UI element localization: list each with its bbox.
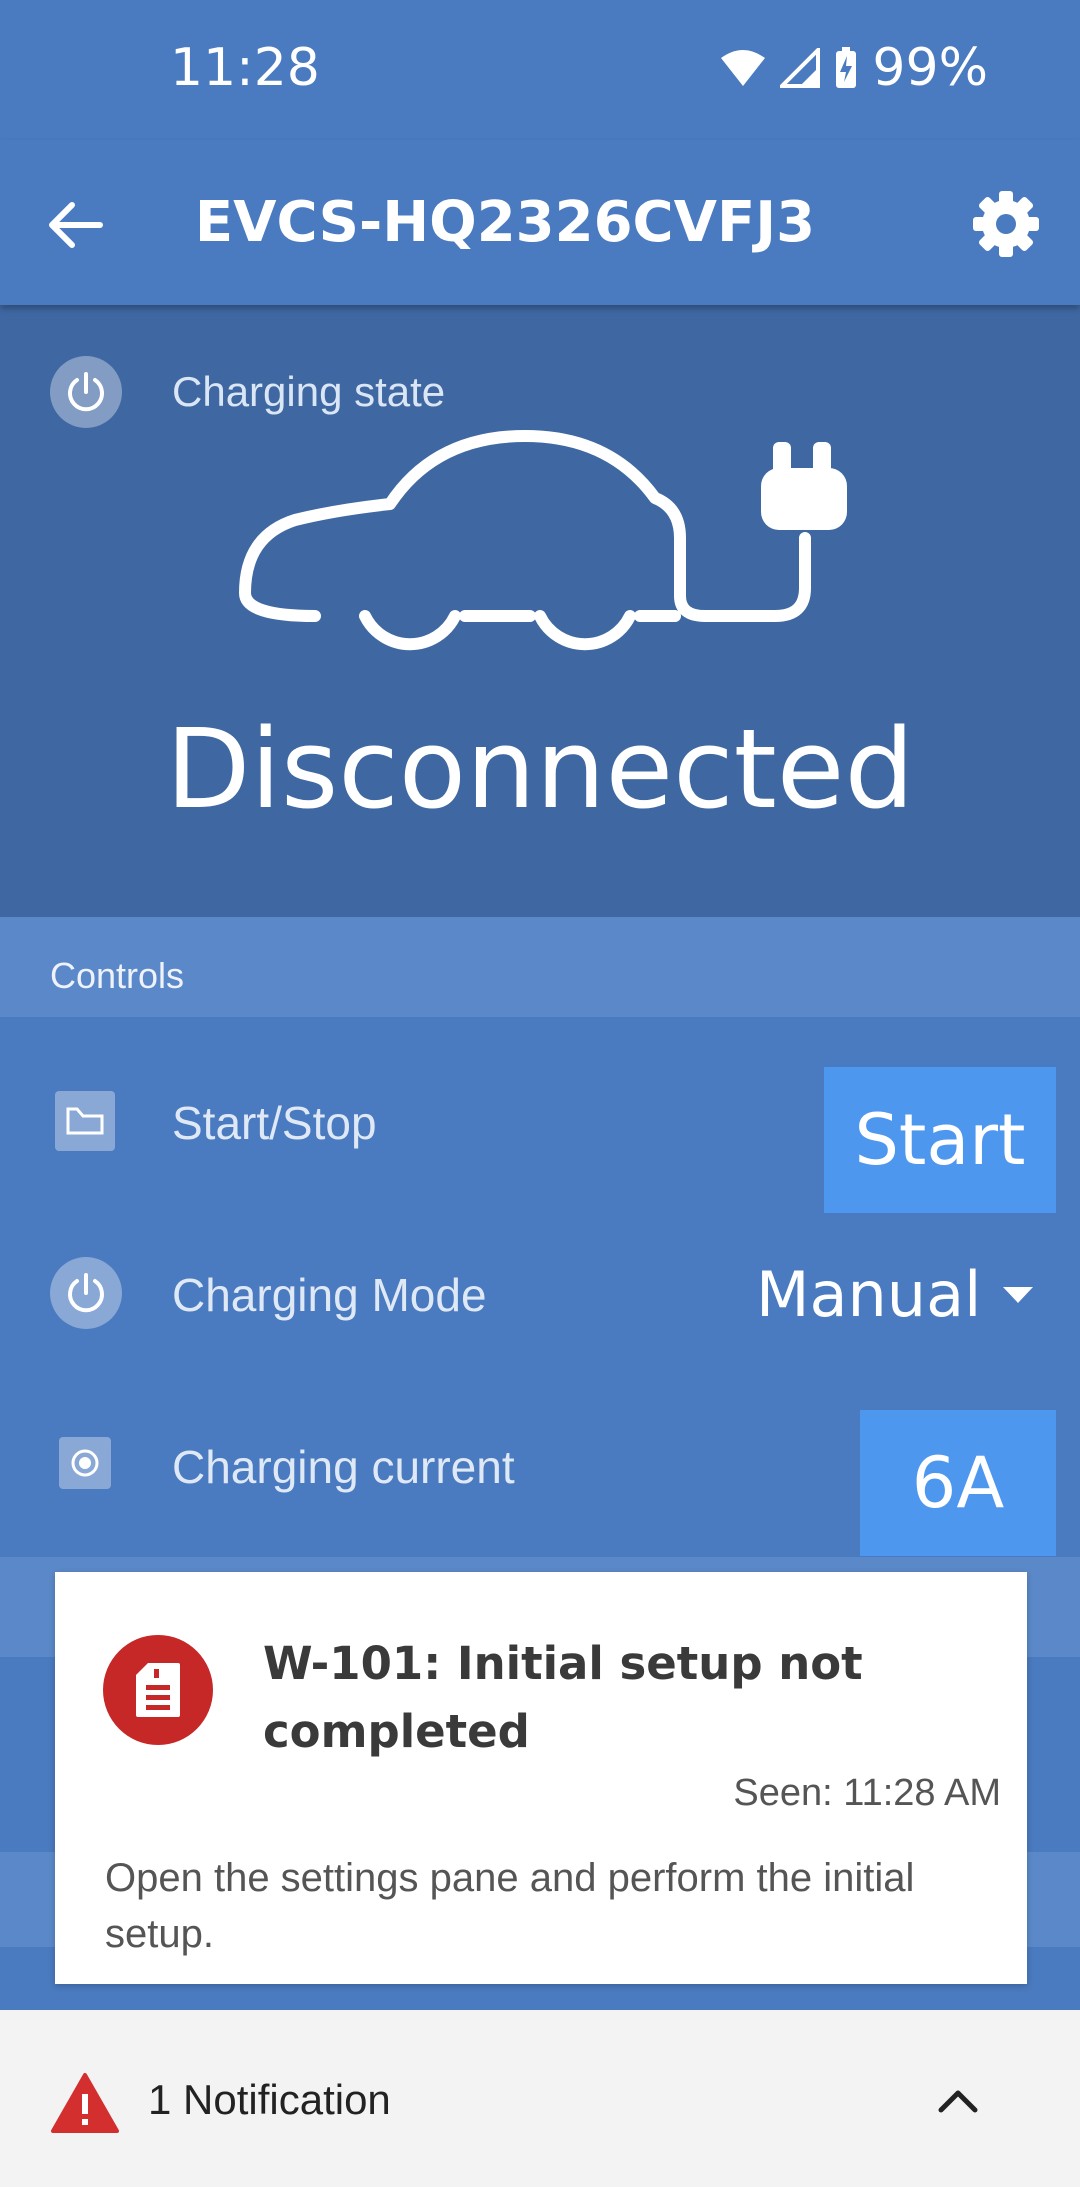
start-stop-label: Start/Stop xyxy=(172,1097,377,1149)
charging-state-value: Disconnected xyxy=(165,705,915,833)
warning-icon xyxy=(51,2073,119,2133)
battery-charging-icon xyxy=(836,47,857,88)
gear-icon[interactable] xyxy=(970,188,1042,260)
battery-percent: 99% xyxy=(872,38,988,98)
power-icon xyxy=(50,356,122,428)
notification-body: Open the settings pane and perform the i… xyxy=(105,1856,915,1956)
charging-mode-label: Charging Mode xyxy=(172,1269,487,1321)
power-icon xyxy=(50,1257,122,1329)
charging-current-button[interactable]: 6A xyxy=(860,1410,1056,1556)
status-icons: 99% xyxy=(720,38,988,98)
dropdown-arrow-icon xyxy=(1003,1286,1034,1303)
notification-count-label: 1 Notification xyxy=(148,2076,391,2123)
notification-card[interactable]: W-101: Initial setup not completed Seen:… xyxy=(55,1572,1027,1984)
document-alert-icon xyxy=(103,1635,213,1745)
controls-section-title: Controls xyxy=(50,955,185,996)
notification-title: W-101: Initial setup not completed xyxy=(263,1637,863,1758)
start-stop-icon xyxy=(55,1091,115,1151)
charging-mode-value: Manual xyxy=(756,1258,982,1331)
target-icon xyxy=(59,1437,111,1489)
signal-icon xyxy=(780,48,821,88)
chevron-up-icon[interactable] xyxy=(935,2078,981,2124)
charging-state-label: Charging state xyxy=(172,368,446,415)
page-title: EVCS-HQ2326CVFJ3 xyxy=(194,190,816,255)
car-plug-icon xyxy=(239,430,847,651)
status-time: 11:28 xyxy=(170,38,320,98)
wifi-icon xyxy=(721,50,766,86)
start-button[interactable]: Start xyxy=(824,1067,1056,1213)
charging-current-label: Charging current xyxy=(172,1441,515,1493)
charging-mode-dropdown[interactable]: Manual xyxy=(756,1258,1034,1331)
notification-seen-time: Seen: 11:28 AM xyxy=(733,1772,1001,1814)
